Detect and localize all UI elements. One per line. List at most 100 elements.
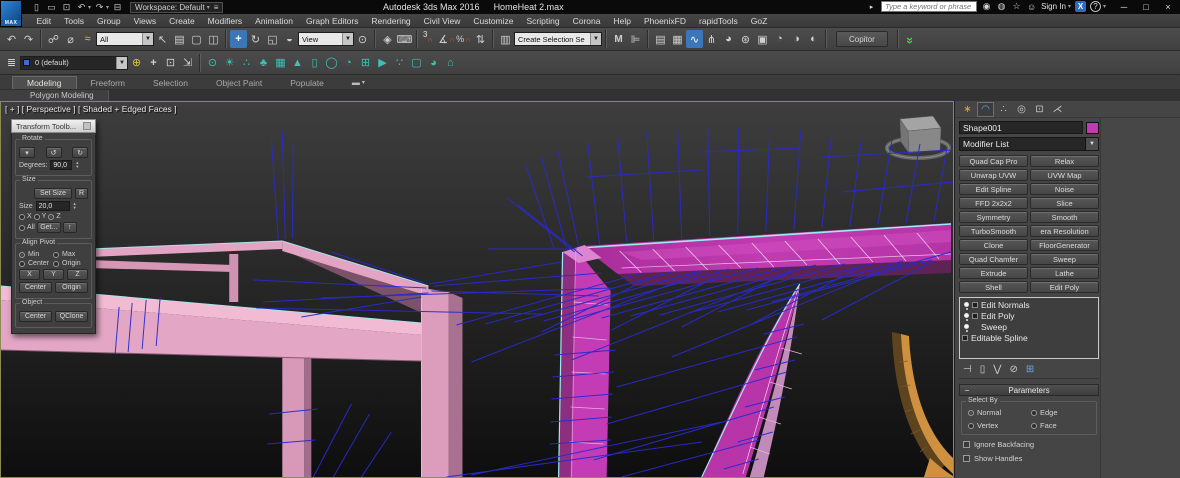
close-button[interactable]: × — [1162, 2, 1174, 12]
pivot-y-button[interactable]: Y — [43, 269, 64, 280]
viewport-label[interactable]: [ + ] [ Perspective ] [ Shaded + Edged F… — [5, 104, 177, 114]
select-and-scale-icon[interactable]: ◱ — [264, 30, 281, 48]
pivot-min-radio[interactable] — [19, 252, 25, 258]
size-spinner[interactable]: ▲▼ — [73, 202, 77, 210]
create-new-layer-icon[interactable]: ⊕ — [128, 54, 145, 72]
use-pivot-point-center-icon[interactable]: ⊙ — [354, 30, 371, 48]
sign-in-caret-icon[interactable]: ▾ — [1068, 3, 1071, 10]
project-folder-icon[interactable]: ⊟ — [111, 2, 124, 13]
box-icon[interactable]: ▢ — [408, 54, 425, 72]
reference-coordinate-dropdown[interactable]: View ▼ — [298, 32, 354, 46]
size-axis-x-radio[interactable] — [19, 214, 25, 220]
modifier-enable-bulb-icon[interactable] — [964, 324, 969, 329]
rotate-axis-dropdown-button[interactable]: ▾ — [19, 147, 35, 158]
stack-item-sweep[interactable]: Sweep — [961, 321, 1097, 332]
torus-icon[interactable]: ◯ — [323, 54, 340, 72]
tree-icon[interactable]: ♣ — [255, 54, 272, 72]
menu-rendering[interactable]: Rendering — [365, 16, 417, 26]
make-unique-icon[interactable]: ⋁ — [993, 364, 1001, 375]
size-up-arrow-button[interactable]: ↑ — [63, 222, 77, 233]
modifier-button-lathe[interactable]: Lathe — [1030, 267, 1099, 279]
snap-toggle-3d-icon[interactable]: 3∩ — [421, 30, 438, 48]
pivot-center-button[interactable]: Center — [19, 282, 52, 293]
select-by-normal-radio[interactable]: Normal — [968, 408, 1029, 417]
polygon-modeling-panel[interactable]: Polygon Modeling — [0, 90, 109, 101]
degrees-field[interactable]: 90,0 — [50, 160, 72, 170]
menu-modifiers[interactable]: Modifiers — [201, 16, 248, 26]
tab-modify-icon[interactable]: ◠ — [977, 102, 994, 117]
viewport-canvas[interactable] — [1, 102, 953, 477]
modifier-button-quad-cap-pro[interactable]: Quad Cap Pro — [959, 155, 1028, 167]
configure-modifier-sets-icon[interactable]: ⊞ — [1026, 364, 1034, 375]
stack-item-edit-normals[interactable]: Edit Normals — [961, 299, 1097, 310]
search-icon[interactable]: ◉ — [981, 1, 992, 12]
menu-tools[interactable]: Tools — [58, 16, 91, 26]
menu-graph-editors[interactable]: Graph Editors — [299, 16, 364, 26]
select-by-vertex-radio[interactable]: Vertex — [968, 421, 1029, 430]
workspace-menu-icon[interactable]: ≡ — [214, 3, 219, 12]
stack-item-editable-spline[interactable]: Editable Spline — [961, 332, 1097, 343]
modifier-button-extrude[interactable]: Extrude — [959, 267, 1028, 279]
perspective-viewport[interactable]: [ + ] [ Perspective ] [ Shaded + Edged F… — [0, 101, 954, 478]
menu-scripting[interactable]: Scripting — [520, 16, 566, 26]
save-file-icon[interactable]: ⊡ — [60, 2, 73, 13]
render-iterative-icon[interactable]: ◑ — [788, 30, 805, 48]
rectangular-selection-region-icon[interactable]: ▢ — [188, 30, 205, 48]
modifier-button-clone[interactable]: Clone — [959, 239, 1028, 251]
modifier-button-shell[interactable]: Shell — [959, 281, 1028, 293]
menu-corona[interactable]: Corona — [566, 16, 607, 26]
selection-filter-dropdown[interactable]: All ▼ — [96, 32, 154, 46]
spreadsheet-icon[interactable]: ▦ — [272, 54, 289, 72]
menu-phoenixfd[interactable]: PhoenixFD — [637, 16, 692, 26]
tab-utilities-icon[interactable]: ⋌ — [1049, 102, 1066, 117]
menu-group[interactable]: Group — [91, 16, 128, 26]
modifier-enable-bulb-icon[interactable] — [964, 313, 969, 318]
modifier-button-symmetry[interactable]: Symmetry — [959, 211, 1028, 223]
maximize-button[interactable]: □ — [1140, 2, 1152, 12]
select-and-link-icon[interactable]: ☍ — [45, 30, 62, 48]
undo-icon[interactable]: ↶ — [75, 2, 88, 13]
clip-icon[interactable]: ▶ — [374, 54, 391, 72]
ribbon-tab-freeform[interactable]: Freeform — [77, 77, 139, 89]
modifier-button-smooth[interactable]: Smooth — [1030, 211, 1099, 223]
modifier-button-turbosmooth[interactable]: TurboSmooth — [959, 225, 1028, 237]
object-center-button[interactable]: Center — [19, 311, 52, 322]
people-icon[interactable]: ∴ — [238, 54, 255, 72]
modifier-button-quad-chamfer[interactable]: Quad Chamfer — [959, 253, 1028, 265]
percent-snap-toggle-icon[interactable]: %∩ — [455, 30, 472, 48]
select-object-icon[interactable]: ↖ — [154, 30, 171, 48]
teapot-icon[interactable]: ◕ — [425, 54, 442, 72]
add-selection-to-layer-icon[interactable]: + — [145, 54, 162, 72]
select-and-place-icon[interactable]: ◒ — [281, 30, 298, 48]
modifier-button-camera-resolution[interactable]: era Resolution — [1030, 225, 1099, 237]
crowd-icon[interactable]: ∵ — [391, 54, 408, 72]
select-objects-in-layer-icon[interactable]: ⊡ — [162, 54, 179, 72]
unlink-selection-icon[interactable]: ⌀ — [62, 30, 79, 48]
pivot-origin-button[interactable]: Origin — [55, 282, 88, 293]
tab-create-icon[interactable]: ∗ — [959, 102, 976, 117]
modifier-expand-icon[interactable] — [972, 302, 978, 308]
tab-display-icon[interactable]: ⊡ — [1031, 102, 1048, 117]
redo-icon[interactable]: ↷ — [93, 2, 106, 13]
modifier-button-edit-spline[interactable]: Edit Spline — [959, 183, 1028, 195]
sign-in-link[interactable]: Sign In — [1041, 2, 1066, 11]
sphere-stack-icon[interactable]: ◔ — [340, 54, 357, 72]
curve-editor-icon[interactable]: ∿ — [686, 30, 703, 48]
render-production-icon[interactable]: ◔ — [771, 30, 788, 48]
select-by-name-icon[interactable]: ▤ — [171, 30, 188, 48]
get-size-button[interactable]: Get... — [37, 222, 61, 233]
show-end-result-icon[interactable]: ▯ — [980, 364, 986, 375]
pin-stack-icon[interactable]: ⊣ — [963, 364, 972, 375]
modifier-button-ffd-2x2x2[interactable]: FFD 2x2x2 — [959, 197, 1028, 209]
goz-chevrons-icon[interactable]: » — [902, 30, 919, 48]
menu-create[interactable]: Create — [163, 16, 202, 26]
render-setup-icon[interactable]: ⊛ — [737, 30, 754, 48]
angle-snap-toggle-icon[interactable]: ∡∩ — [438, 30, 455, 48]
menu-goz[interactable]: GoZ — [744, 16, 774, 26]
search-input[interactable] — [881, 1, 977, 12]
minimize-button[interactable]: ─ — [1118, 2, 1130, 12]
pivot-x-button[interactable]: X — [19, 269, 40, 280]
application-menu-button[interactable]: MAX — [0, 0, 22, 27]
pivot-z-button[interactable]: Z — [67, 269, 88, 280]
menu-customize[interactable]: Customize — [467, 16, 520, 26]
